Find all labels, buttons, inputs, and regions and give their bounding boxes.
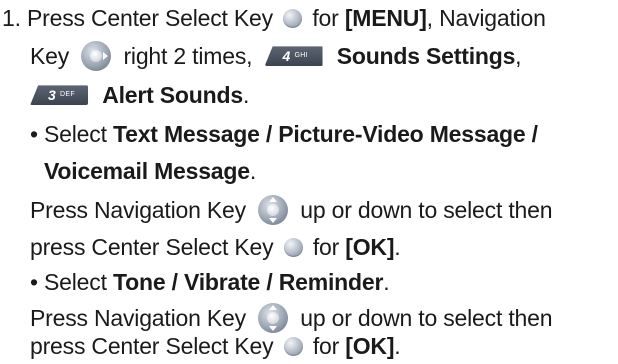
step-text: Navigation	[439, 5, 546, 31]
alert-sounds-label: Alert Sounds	[102, 82, 243, 108]
bullet-text: press Center Select Key	[30, 333, 274, 359]
keypad-number: 4	[282, 48, 291, 65]
bullet-text: .	[394, 333, 401, 359]
bullet-1-line-1: • Select Text Message / Picture-Video Me…	[30, 116, 538, 152]
ok-label: [OK]	[345, 333, 395, 359]
step-text: ,	[515, 43, 522, 69]
bullet-text: press Center Select Key	[30, 234, 274, 260]
bullet-text: .	[394, 234, 401, 260]
bullet-2-line-1: • Select Tone / Vibrate / Reminder.	[30, 264, 390, 300]
keypad-letters: DEF	[60, 91, 75, 99]
menu-label: [MENU]	[344, 5, 427, 31]
navigation-key-right-icon	[81, 40, 112, 71]
step-text: for	[312, 5, 339, 31]
step-text: .	[242, 82, 250, 108]
keypad-3-def-icon: 3 DEF	[30, 85, 88, 106]
bullet-1-line-4: press Center Select Key for [OK].	[30, 229, 401, 265]
sounds-settings-label: Sounds Settings	[336, 43, 516, 69]
step-text: right 2 times,	[123, 43, 253, 69]
bullet-text: for	[312, 333, 340, 359]
bullet-text: for	[312, 234, 340, 260]
keypad-number: 3	[48, 87, 56, 104]
instruction-page: 1. Press Center Select Key for [MENU], N…	[0, 0, 618, 364]
bullet-text: .	[249, 158, 257, 184]
ok-label: [OK]	[345, 234, 395, 260]
navigation-key-up-down-icon	[258, 194, 289, 225]
bullet-options: Voicemail Message	[44, 158, 250, 184]
bullet-1-line-2: Voicemail Message.	[44, 153, 256, 189]
step-line-3: 3 DEF Alert Sounds.	[30, 77, 249, 113]
step-line-1: 1. Press Center Select Key for [MENU], N…	[2, 0, 546, 36]
bullet-text: Press Navigation Key	[30, 197, 246, 223]
bullet-text: • Select	[30, 121, 107, 147]
center-select-key-icon	[283, 336, 303, 356]
step-line-2: Key right 2 times, 4 GHI Sounds Settings,	[30, 38, 522, 74]
center-select-key-icon	[283, 8, 303, 28]
bullet-text: up or down to select then	[300, 197, 553, 223]
step-text: ,	[426, 5, 433, 31]
keypad-4-ghi-icon: 4 GHI	[264, 46, 323, 67]
bullet-1-line-3: Press Navigation Key up or down to selec…	[30, 192, 552, 228]
bullet-text: • Select	[30, 269, 107, 295]
bullet-text: .	[383, 269, 390, 295]
bullet-options: Text Message / Picture-Video Message /	[112, 121, 538, 147]
bullet-options: Tone / Vibrate / Reminder	[112, 269, 384, 295]
step-text: Press Center Select Key	[27, 5, 273, 31]
keypad-letters: GHI	[294, 52, 308, 60]
center-select-key-icon	[283, 237, 303, 257]
step-text: Key	[30, 43, 70, 69]
bullet-2-line-3: press Center Select Key for [OK].	[30, 328, 401, 364]
step-number: 1.	[2, 5, 21, 31]
